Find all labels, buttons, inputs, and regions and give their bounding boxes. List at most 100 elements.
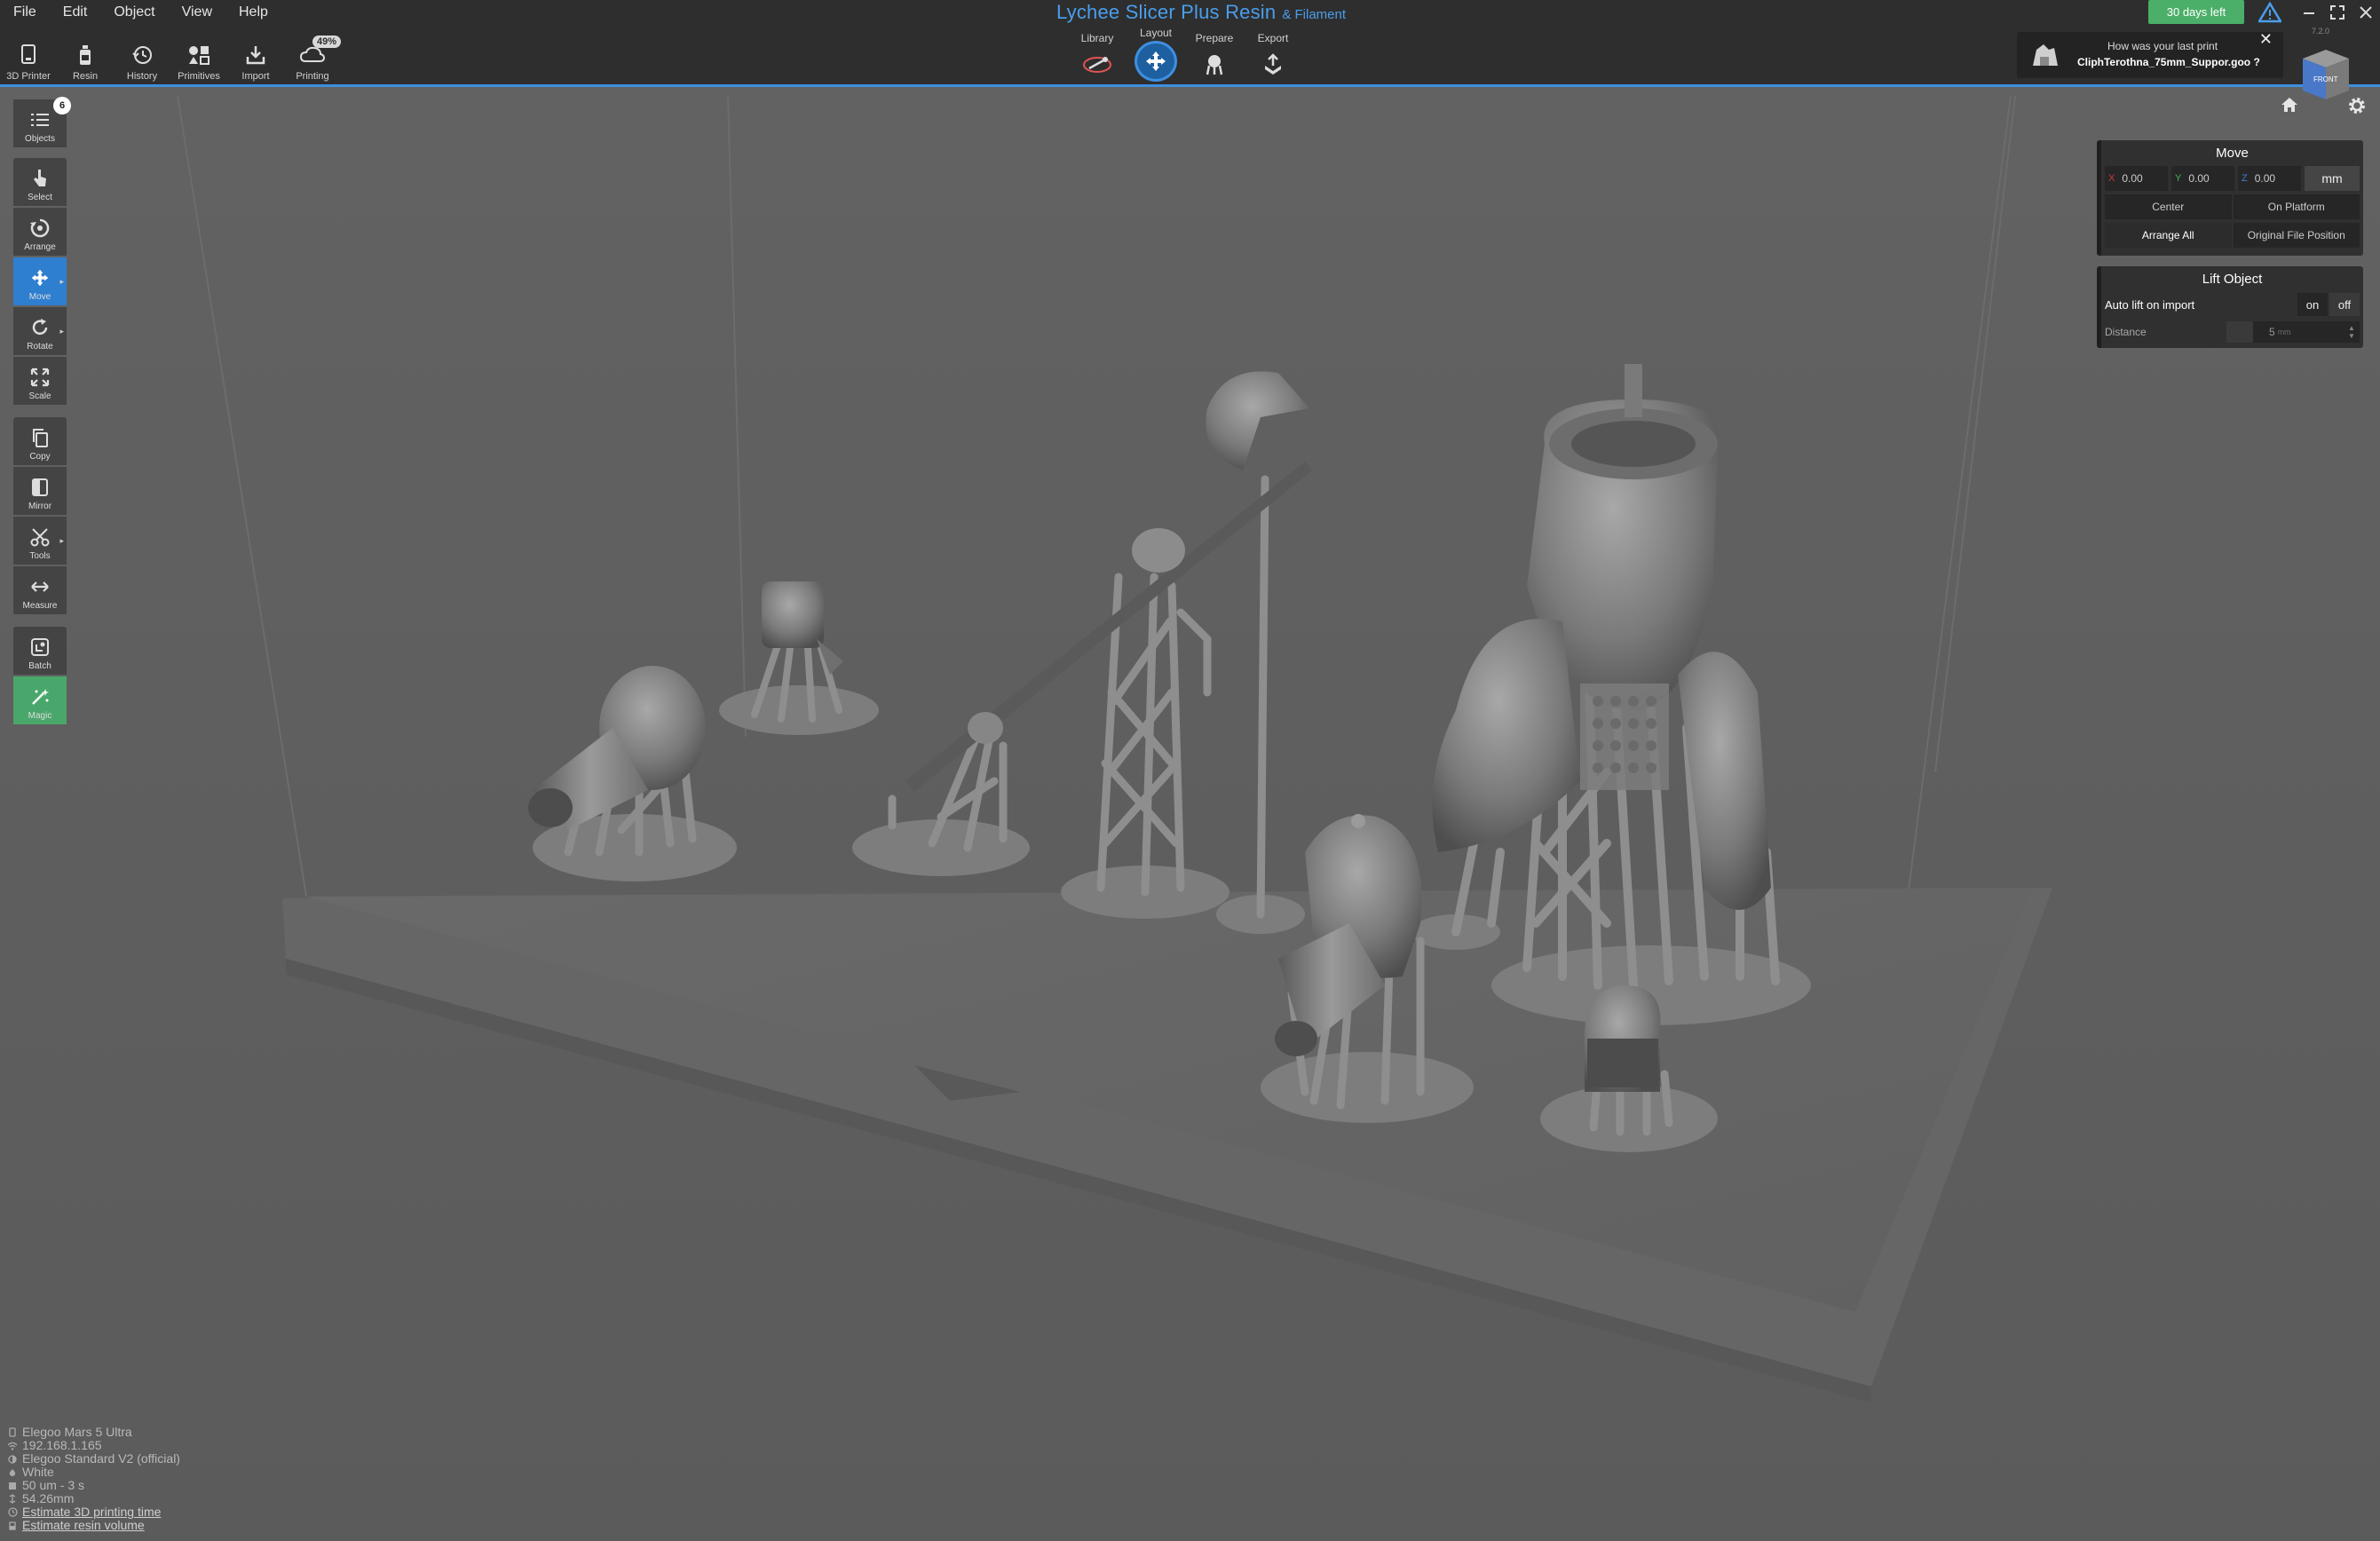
app-title-main: Lychee Slicer Plus Resin — [1056, 1, 1277, 23]
move-icon — [28, 266, 51, 289]
app-title-sub: & Filament — [1282, 7, 1347, 22]
printing-button[interactable]: 49% Printing — [284, 32, 341, 82]
print-thumbnail-icon — [2029, 41, 2061, 69]
objects-button[interactable]: 6 Objects — [13, 97, 71, 147]
distance-unit: mm — [2277, 328, 2291, 336]
history-button[interactable]: History — [114, 32, 170, 82]
warning-icon[interactable] — [2257, 1, 2283, 23]
printer-button[interactable]: 3D Printer — [0, 32, 57, 82]
list-icon — [28, 108, 51, 131]
status-printer: Elegoo Mars 5 Ultra — [22, 1425, 132, 1439]
center-button[interactable]: Center — [2105, 194, 2232, 219]
magic-button[interactable]: Magic — [13, 676, 67, 724]
chevron-down-icon[interactable]: ▼ — [2348, 332, 2355, 340]
close-window-icon[interactable] — [2352, 2, 2380, 23]
maximize-icon[interactable] — [2323, 2, 2352, 23]
x-coordinate-field[interactable]: X 0.00 — [2105, 166, 2168, 191]
mode-library[interactable]: Library — [1074, 27, 1120, 82]
arrange-icon — [28, 217, 51, 240]
pointer-hand-icon — [28, 167, 51, 190]
y-coordinate-field[interactable]: Y 0.00 — [2171, 166, 2234, 191]
3d-viewport[interactable] — [0, 87, 2380, 1541]
left-toolbar: 6 Objects Select Arrange ▸ Move ▸ Rotate… — [13, 97, 71, 737]
x-axis-label: X — [2108, 173, 2115, 184]
distance-slider-handle[interactable] — [2226, 321, 2253, 343]
batch-button[interactable]: Batch — [13, 627, 67, 675]
primitives-icon — [186, 43, 211, 67]
copy-button[interactable]: Copy — [13, 417, 67, 465]
trial-days-button[interactable]: 30 days left — [2148, 0, 2244, 24]
on-platform-button[interactable]: On Platform — [2233, 194, 2360, 219]
original-position-button[interactable]: Original File Position — [2233, 223, 2360, 248]
scale-label: Scale — [28, 391, 51, 401]
chevron-up-icon[interactable]: ▲ — [2348, 324, 2355, 332]
home-view-icon[interactable] — [2280, 96, 2301, 115]
resin-button[interactable]: Resin — [57, 32, 114, 82]
unit-toggle-button[interactable]: mm — [2305, 166, 2360, 191]
settings-gear-icon[interactable] — [2347, 96, 2368, 117]
status-layer-row: 50 um - 3 s — [7, 1479, 180, 1492]
scale-button[interactable]: Scale — [13, 357, 67, 405]
app-version: 7.2.0 — [2312, 27, 2330, 36]
last-print-notification[interactable]: How was your last print CliphTerothna_75… — [2017, 30, 2283, 78]
mode-export[interactable]: Export — [1250, 27, 1296, 82]
resin-small-icon — [7, 1454, 18, 1465]
z-coordinate-field[interactable]: Z 0.00 — [2238, 166, 2301, 191]
prepare-supports-icon — [1198, 48, 1231, 82]
mirror-button[interactable]: Mirror — [13, 467, 67, 515]
menu-help[interactable]: Help — [225, 0, 281, 27]
move-arrows-icon — [1135, 41, 1177, 82]
menu-file[interactable]: File — [0, 0, 50, 27]
arrange-all-button[interactable]: Arrange All — [2105, 223, 2232, 248]
measure-label: Measure — [22, 601, 58, 611]
estimate-volume-link[interactable]: Estimate resin volume — [22, 1519, 145, 1532]
app-title: Lychee Slicer Plus Resin & Filament — [1056, 0, 1346, 27]
distance-stepper[interactable]: ▲ ▼ — [2344, 324, 2360, 340]
lift-object-panel: Lift Object Auto lift on import on off D… — [2097, 266, 2363, 348]
menu-object[interactable]: Object — [100, 0, 168, 27]
printer-icon — [16, 43, 41, 67]
volume-icon — [7, 1521, 18, 1531]
primitives-button[interactable]: Primitives — [170, 32, 227, 82]
move-buttons-row-2: Arrange All Original File Position — [2101, 221, 2363, 249]
color-drop-icon — [7, 1467, 18, 1478]
x-value: 0.00 — [2122, 172, 2143, 185]
move-buttons-row-1: Center On Platform — [2101, 193, 2363, 221]
minimize-icon[interactable] — [2295, 2, 2323, 23]
history-icon — [130, 43, 154, 67]
auto-lift-on-toggle[interactable]: on — [2297, 293, 2328, 316]
arrange-label: Arrange — [24, 242, 56, 252]
notification-file[interactable]: CliphTerothna_75mm_Suppor.goo ? — [2077, 56, 2260, 68]
notification-question: How was your last print — [2107, 40, 2218, 52]
library-icon — [1080, 48, 1114, 82]
import-button[interactable]: Import — [227, 32, 284, 82]
select-button[interactable]: Select — [13, 158, 67, 206]
auto-lift-off-toggle[interactable]: off — [2329, 293, 2360, 316]
mode-library-label: Library — [1080, 32, 1114, 44]
mode-layout[interactable]: Layout — [1133, 27, 1179, 82]
menu-edit[interactable]: Edit — [50, 0, 101, 27]
lift-panel-title: Lift Object — [2202, 272, 2263, 287]
mode-export-label: Export — [1257, 32, 1289, 44]
status-color-row: White — [7, 1466, 180, 1479]
mode-prepare[interactable]: Prepare — [1191, 27, 1237, 82]
rotate-button[interactable]: ▸ Rotate — [13, 307, 67, 355]
move-label: Move — [28, 292, 51, 302]
main-toolbar: 3D Printer Resin History Primitives Impo… — [0, 32, 341, 82]
menu-view[interactable]: View — [169, 0, 225, 27]
measure-button[interactable]: Measure — [13, 566, 67, 614]
scale-icon — [28, 366, 51, 389]
tools-button[interactable]: ▸ Tools — [13, 517, 67, 565]
status-layer: 50 um - 3 s — [22, 1478, 85, 1492]
mirror-icon — [28, 476, 51, 499]
status-printer-row: Elegoo Mars 5 Ultra — [7, 1426, 180, 1439]
distance-input[interactable]: 5 mm ▲ ▼ — [2226, 321, 2360, 343]
magic-label: Magic — [28, 711, 52, 721]
z-value: 0.00 — [2254, 172, 2276, 185]
rotate-icon — [28, 316, 51, 339]
notification-close-icon[interactable]: ✕ — [2259, 30, 2273, 49]
arrange-button[interactable]: Arrange — [13, 208, 67, 256]
estimate-time-link[interactable]: Estimate 3D printing time — [22, 1505, 161, 1519]
import-label: Import — [241, 71, 270, 82]
move-button[interactable]: ▸ Move — [13, 257, 67, 305]
